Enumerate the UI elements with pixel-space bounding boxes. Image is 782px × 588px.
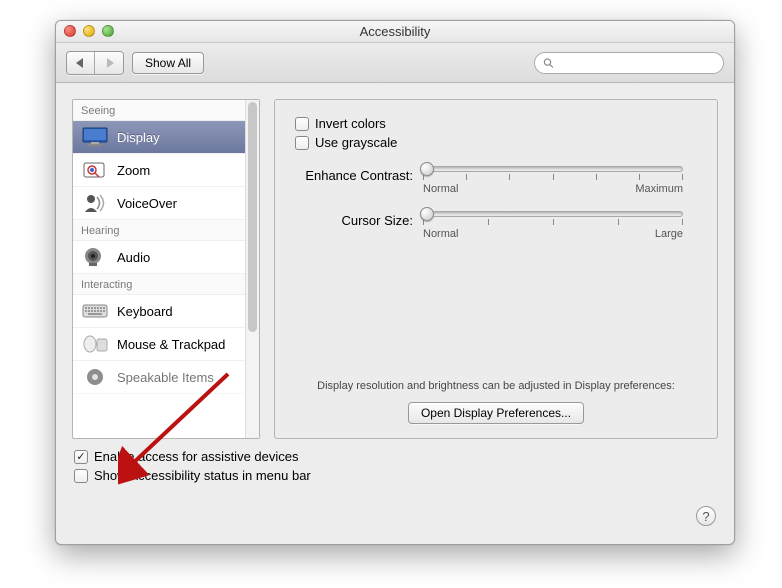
cursor-slider[interactable]	[423, 211, 683, 217]
sidebar-item-keyboard[interactable]: Keyboard	[73, 295, 245, 328]
search-field[interactable]	[534, 52, 724, 74]
checkbox-icon	[295, 136, 309, 150]
show-status-checkbox[interactable]: Show Accessibility status in menu bar	[74, 468, 716, 483]
display-hint: Display resolution and brightness can be…	[275, 380, 717, 392]
cursor-row: Cursor Size: Normal Large	[295, 211, 697, 240]
checkbox-icon	[74, 469, 88, 483]
open-display-prefs-button[interactable]: Open Display Preferences...	[408, 402, 584, 424]
footer: ✓ Enable access for assistive devices Sh…	[56, 439, 734, 483]
section-hearing: Hearing	[73, 220, 245, 241]
audio-icon	[81, 246, 109, 268]
checkbox-label: Invert colors	[315, 116, 386, 131]
contrast-max: Maximum	[635, 183, 683, 195]
checkbox-label: Enable access for assistive devices	[94, 449, 298, 464]
checkbox-icon	[295, 117, 309, 131]
accessibility-window: Accessibility Show All Seeing Display	[55, 20, 735, 545]
content: Seeing Display Zoom	[56, 83, 734, 439]
checkbox-label: Use grayscale	[315, 135, 397, 150]
detail-panel: Invert colors Use grayscale Enhance Cont…	[274, 99, 718, 439]
sidebar-item-label: Audio	[117, 250, 150, 265]
section-seeing: Seeing	[73, 100, 245, 121]
contrast-label: Enhance Contrast:	[295, 166, 413, 183]
checkbox-label: Show Accessibility status in menu bar	[94, 468, 311, 483]
scrollbar-thumb[interactable]	[248, 102, 257, 332]
cursor-label: Cursor Size:	[295, 211, 413, 228]
invert-colors-checkbox[interactable]: Invert colors	[295, 116, 697, 131]
sidebar-item-label: VoiceOver	[117, 196, 177, 211]
mouse-icon	[81, 333, 109, 355]
sidebar-item-display[interactable]: Display	[73, 121, 245, 154]
display-icon	[81, 126, 109, 148]
enable-assistive-checkbox[interactable]: ✓ Enable access for assistive devices	[74, 449, 716, 464]
contrast-slider[interactable]	[423, 166, 683, 172]
keyboard-icon	[81, 300, 109, 322]
speakable-icon	[81, 366, 109, 388]
sidebar-item-label: Speakable Items	[117, 370, 214, 385]
show-all-button[interactable]: Show All	[132, 52, 204, 74]
sidebar-item-label: Display	[117, 130, 160, 145]
sidebar: Seeing Display Zoom	[72, 99, 260, 439]
sidebar-item-label: Zoom	[117, 163, 150, 178]
checkbox-icon: ✓	[74, 450, 88, 464]
nav-back-forward	[66, 51, 124, 75]
back-button[interactable]	[67, 52, 95, 74]
minimize-button[interactable]	[83, 25, 95, 37]
slider-ticks	[423, 174, 683, 182]
voiceover-icon	[81, 192, 109, 214]
sidebar-item-audio[interactable]: Audio	[73, 241, 245, 274]
close-button[interactable]	[64, 25, 76, 37]
titlebar: Accessibility	[56, 21, 734, 43]
zoom-icon	[81, 159, 109, 181]
sidebar-item-voiceover[interactable]: VoiceOver	[73, 187, 245, 220]
help-button[interactable]: ?	[696, 506, 716, 526]
sidebar-item-zoom[interactable]: Zoom	[73, 154, 245, 187]
search-input[interactable]	[560, 56, 715, 70]
sidebar-item-mouse[interactable]: Mouse & Trackpad	[73, 328, 245, 361]
zoom-button[interactable]	[102, 25, 114, 37]
toolbar: Show All	[56, 43, 734, 83]
cursor-min: Normal	[423, 228, 458, 240]
sidebar-item-label: Keyboard	[117, 304, 173, 319]
search-icon	[543, 57, 554, 69]
window-controls	[64, 25, 114, 37]
slider-ticks	[423, 219, 683, 227]
cursor-max: Large	[655, 228, 683, 240]
contrast-min: Normal	[423, 183, 458, 195]
sidebar-item-label: Mouse & Trackpad	[117, 337, 225, 352]
sidebar-scrollbar[interactable]	[245, 100, 259, 438]
window-title: Accessibility	[56, 21, 734, 43]
section-interacting: Interacting	[73, 274, 245, 295]
contrast-row: Enhance Contrast: Normal Maximum	[295, 166, 697, 195]
forward-button[interactable]	[95, 52, 123, 74]
use-grayscale-checkbox[interactable]: Use grayscale	[295, 135, 697, 150]
sidebar-item-speakable[interactable]: Speakable Items	[73, 361, 245, 394]
